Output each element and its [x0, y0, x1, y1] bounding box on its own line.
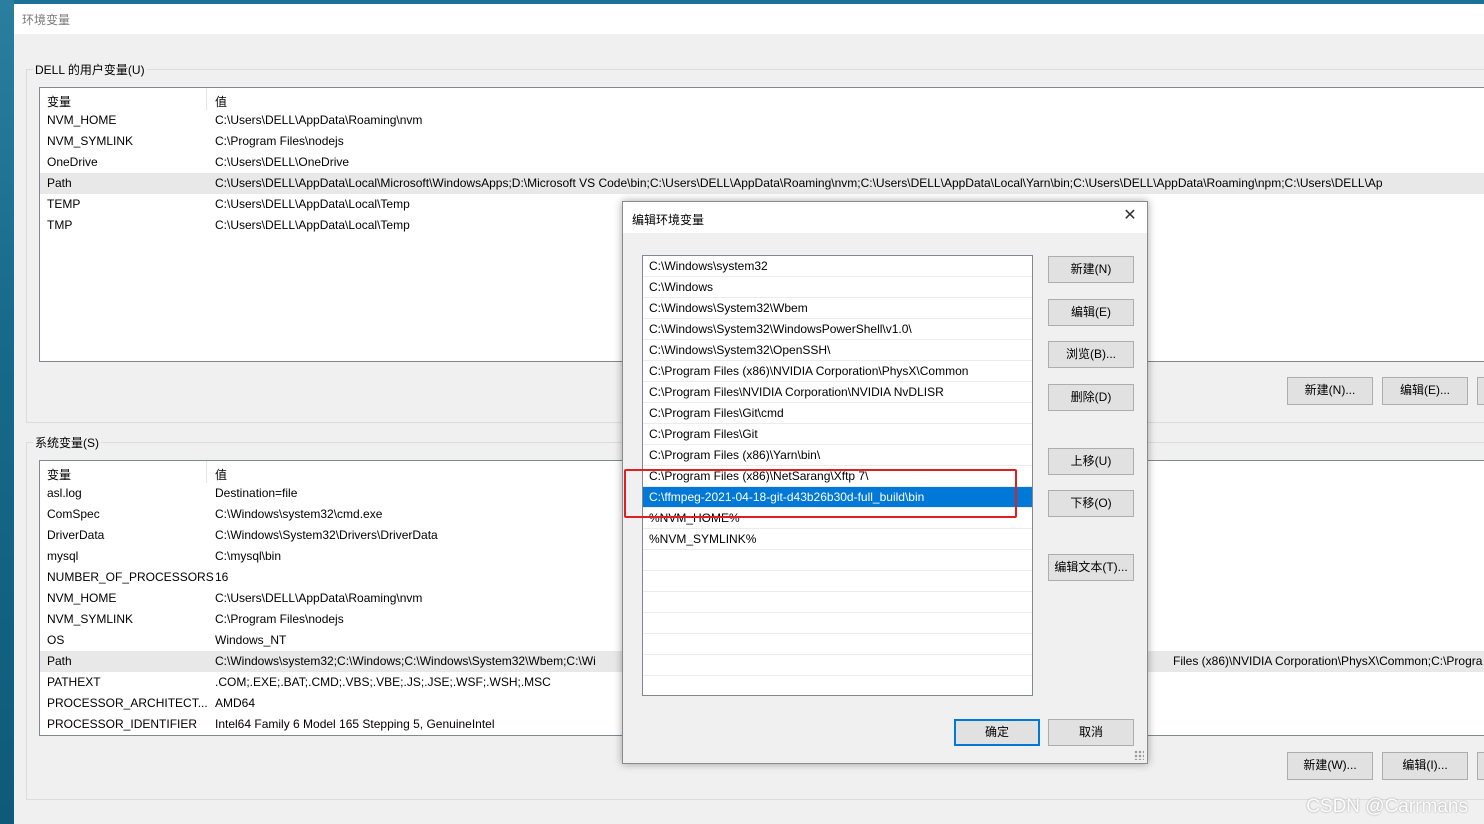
variable-value: C:\Program Files\nodejs	[215, 612, 344, 626]
variable-name: Path	[47, 654, 72, 668]
table-row[interactable]: Path C:\Users\DELL\AppData\Local\Microsof…	[40, 173, 1484, 194]
path-entry[interactable]	[643, 550, 1032, 571]
variable-value-tail: Files (x86)\NVIDIA Corporation\PhysX\Com…	[1173, 654, 1483, 668]
variable-name: NVM_HOME	[47, 591, 117, 605]
variable-name: PROCESSOR_IDENTIFIER	[47, 717, 198, 731]
path-entry[interactable]	[643, 592, 1032, 613]
watermark: CSDN @Carrmans	[1306, 796, 1468, 817]
variable-value: Windows_NT	[215, 633, 287, 647]
column-header-variable[interactable]: 变量	[47, 93, 71, 110]
delete-entry-button[interactable]: 删除(D)	[1048, 384, 1134, 411]
variable-value: Intel64 Family 6 Model 165 Stepping 5, G…	[215, 717, 495, 731]
path-entry[interactable]: C:\Windows\System32\Wbem	[643, 298, 1032, 319]
path-entry[interactable]: C:\Program Files (x86)\Yarn\bin\	[643, 445, 1032, 466]
variable-name: TEMP	[47, 197, 81, 211]
variable-name: NUMBER_OF_PROCESSORS	[47, 570, 214, 584]
browse-button[interactable]: 浏览(B)...	[1048, 341, 1134, 368]
variable-name: PROCESSOR_ARCHITECT...	[47, 696, 208, 710]
ok-button[interactable]: 确定	[954, 719, 1040, 746]
desktop-background	[0, 0, 14, 824]
move-up-button[interactable]: 上移(U)	[1048, 448, 1134, 475]
variable-name: asl.log	[47, 486, 82, 500]
path-entry[interactable]: %NVM_SYMLINK%	[643, 529, 1032, 550]
column-header-value[interactable]: 值	[215, 466, 227, 483]
user-new-button[interactable]: 新建(N)...	[1287, 377, 1373, 405]
edit-text-button[interactable]: 编辑文本(T)...	[1048, 554, 1134, 581]
system-delete-button-partial[interactable]	[1477, 752, 1484, 780]
edit-entry-button[interactable]: 编辑(E)	[1048, 299, 1134, 326]
table-row[interactable]: OneDrive C:\Users\DELL\OneDrive	[40, 152, 1484, 173]
system-edit-button[interactable]: 编辑(I)...	[1382, 752, 1468, 780]
path-entry[interactable]: C:\Program Files\Git	[643, 424, 1032, 445]
variable-value: C:\Windows\system32;C:\Windows;C:\Window…	[215, 654, 596, 668]
variable-value: C:\Windows\system32\cmd.exe	[215, 507, 383, 521]
column-separator[interactable]	[206, 461, 207, 483]
variable-value: C:\Users\DELL\AppData\Roaming\nvm	[215, 113, 423, 127]
variable-value: C:\Windows\System32\Drivers\DriverData	[215, 528, 438, 542]
path-entry[interactable]	[643, 655, 1032, 676]
move-down-button[interactable]: 下移(O)	[1048, 490, 1134, 517]
window-title: 环境变量	[22, 13, 71, 27]
path-entry[interactable]: C:\Windows	[643, 277, 1032, 298]
variable-value: .COM;.EXE;.BAT;.CMD;.VBS;.VBE;.JS;.JSE;.…	[215, 675, 551, 689]
variable-name: Path	[47, 176, 72, 190]
variable-name: NVM_SYMLINK	[47, 612, 134, 626]
variable-value: C:\mysql\bin	[215, 549, 282, 563]
variable-name: TMP	[47, 218, 73, 232]
table-row[interactable]: NVM_SYMLINK C:\Program Files\nodejs	[40, 131, 1484, 152]
column-separator[interactable]	[206, 88, 207, 110]
path-entry[interactable]: C:\Program Files\NVIDIA Corporation\NVID…	[643, 382, 1032, 403]
system-new-button[interactable]: 新建(W)...	[1287, 752, 1373, 780]
variable-value: C:\Users\DELL\AppData\Local\Temp	[215, 218, 410, 232]
path-entry[interactable]	[643, 613, 1032, 634]
column-header-variable[interactable]: 变量	[47, 466, 71, 483]
variable-name: ComSpec	[47, 507, 100, 521]
variable-name: PATHEXT	[47, 675, 101, 689]
path-entry[interactable]: C:\Program Files (x86)\NVIDIA Corporatio…	[643, 361, 1032, 382]
path-entry[interactable]	[643, 676, 1032, 695]
user-vars-label: DELL 的用户变量(U)	[33, 61, 147, 78]
dialog-titlebar: 编辑环境变量 ✕	[623, 202, 1147, 233]
variable-value: C:\Users\DELL\AppData\Local\Microsoft\Wi…	[215, 176, 1383, 190]
path-entry[interactable]: C:\Program Files\Git\cmd	[643, 403, 1032, 424]
variable-name: OneDrive	[47, 155, 98, 169]
system-vars-label: 系统变量(S)	[33, 434, 101, 451]
cancel-button[interactable]: 取消	[1048, 719, 1134, 746]
column-header-value[interactable]: 值	[215, 93, 227, 110]
resize-grip-icon[interactable]	[1134, 750, 1144, 760]
variable-value: C:\Users\DELL\AppData\Local\Temp	[215, 197, 410, 211]
path-entry[interactable]: C:\Windows\System32\OpenSSH\	[643, 340, 1032, 361]
variable-name: OS	[47, 633, 65, 647]
new-entry-button[interactable]: 新建(N)	[1048, 256, 1134, 283]
dialog-title: 编辑环境变量	[632, 213, 705, 227]
path-entry[interactable]: C:\Windows\system32	[643, 256, 1032, 277]
window-titlebar: 环境变量	[14, 4, 1484, 34]
path-entry[interactable]: C:\Windows\System32\WindowsPowerShell\v1…	[643, 319, 1032, 340]
variable-value: AMD64	[215, 696, 256, 710]
variable-value: 16	[215, 570, 229, 584]
table-row[interactable]: NVM_HOME C:\Users\DELL\AppData\Roaming\nv…	[40, 110, 1484, 131]
variable-value: C:\Users\DELL\AppData\Roaming\nvm	[215, 591, 423, 605]
user-edit-button[interactable]: 编辑(E)...	[1382, 377, 1468, 405]
variable-value: C:\Program Files\nodejs	[215, 134, 344, 148]
variable-name: mysql	[47, 549, 79, 563]
annotation-highlight-box	[624, 469, 1017, 518]
user-delete-button-partial[interactable]	[1477, 377, 1484, 405]
path-entry[interactable]	[643, 634, 1032, 655]
variable-name: NVM_SYMLINK	[47, 134, 134, 148]
variable-value: C:\Users\DELL\OneDrive	[215, 155, 350, 169]
list-header: 变量 值	[40, 88, 1484, 110]
close-icon[interactable]: ✕	[1121, 207, 1139, 225]
variable-name: NVM_HOME	[47, 113, 117, 127]
variable-name: DriverData	[47, 528, 105, 542]
path-entry[interactable]	[643, 571, 1032, 592]
variable-value: Destination=file	[215, 486, 298, 500]
